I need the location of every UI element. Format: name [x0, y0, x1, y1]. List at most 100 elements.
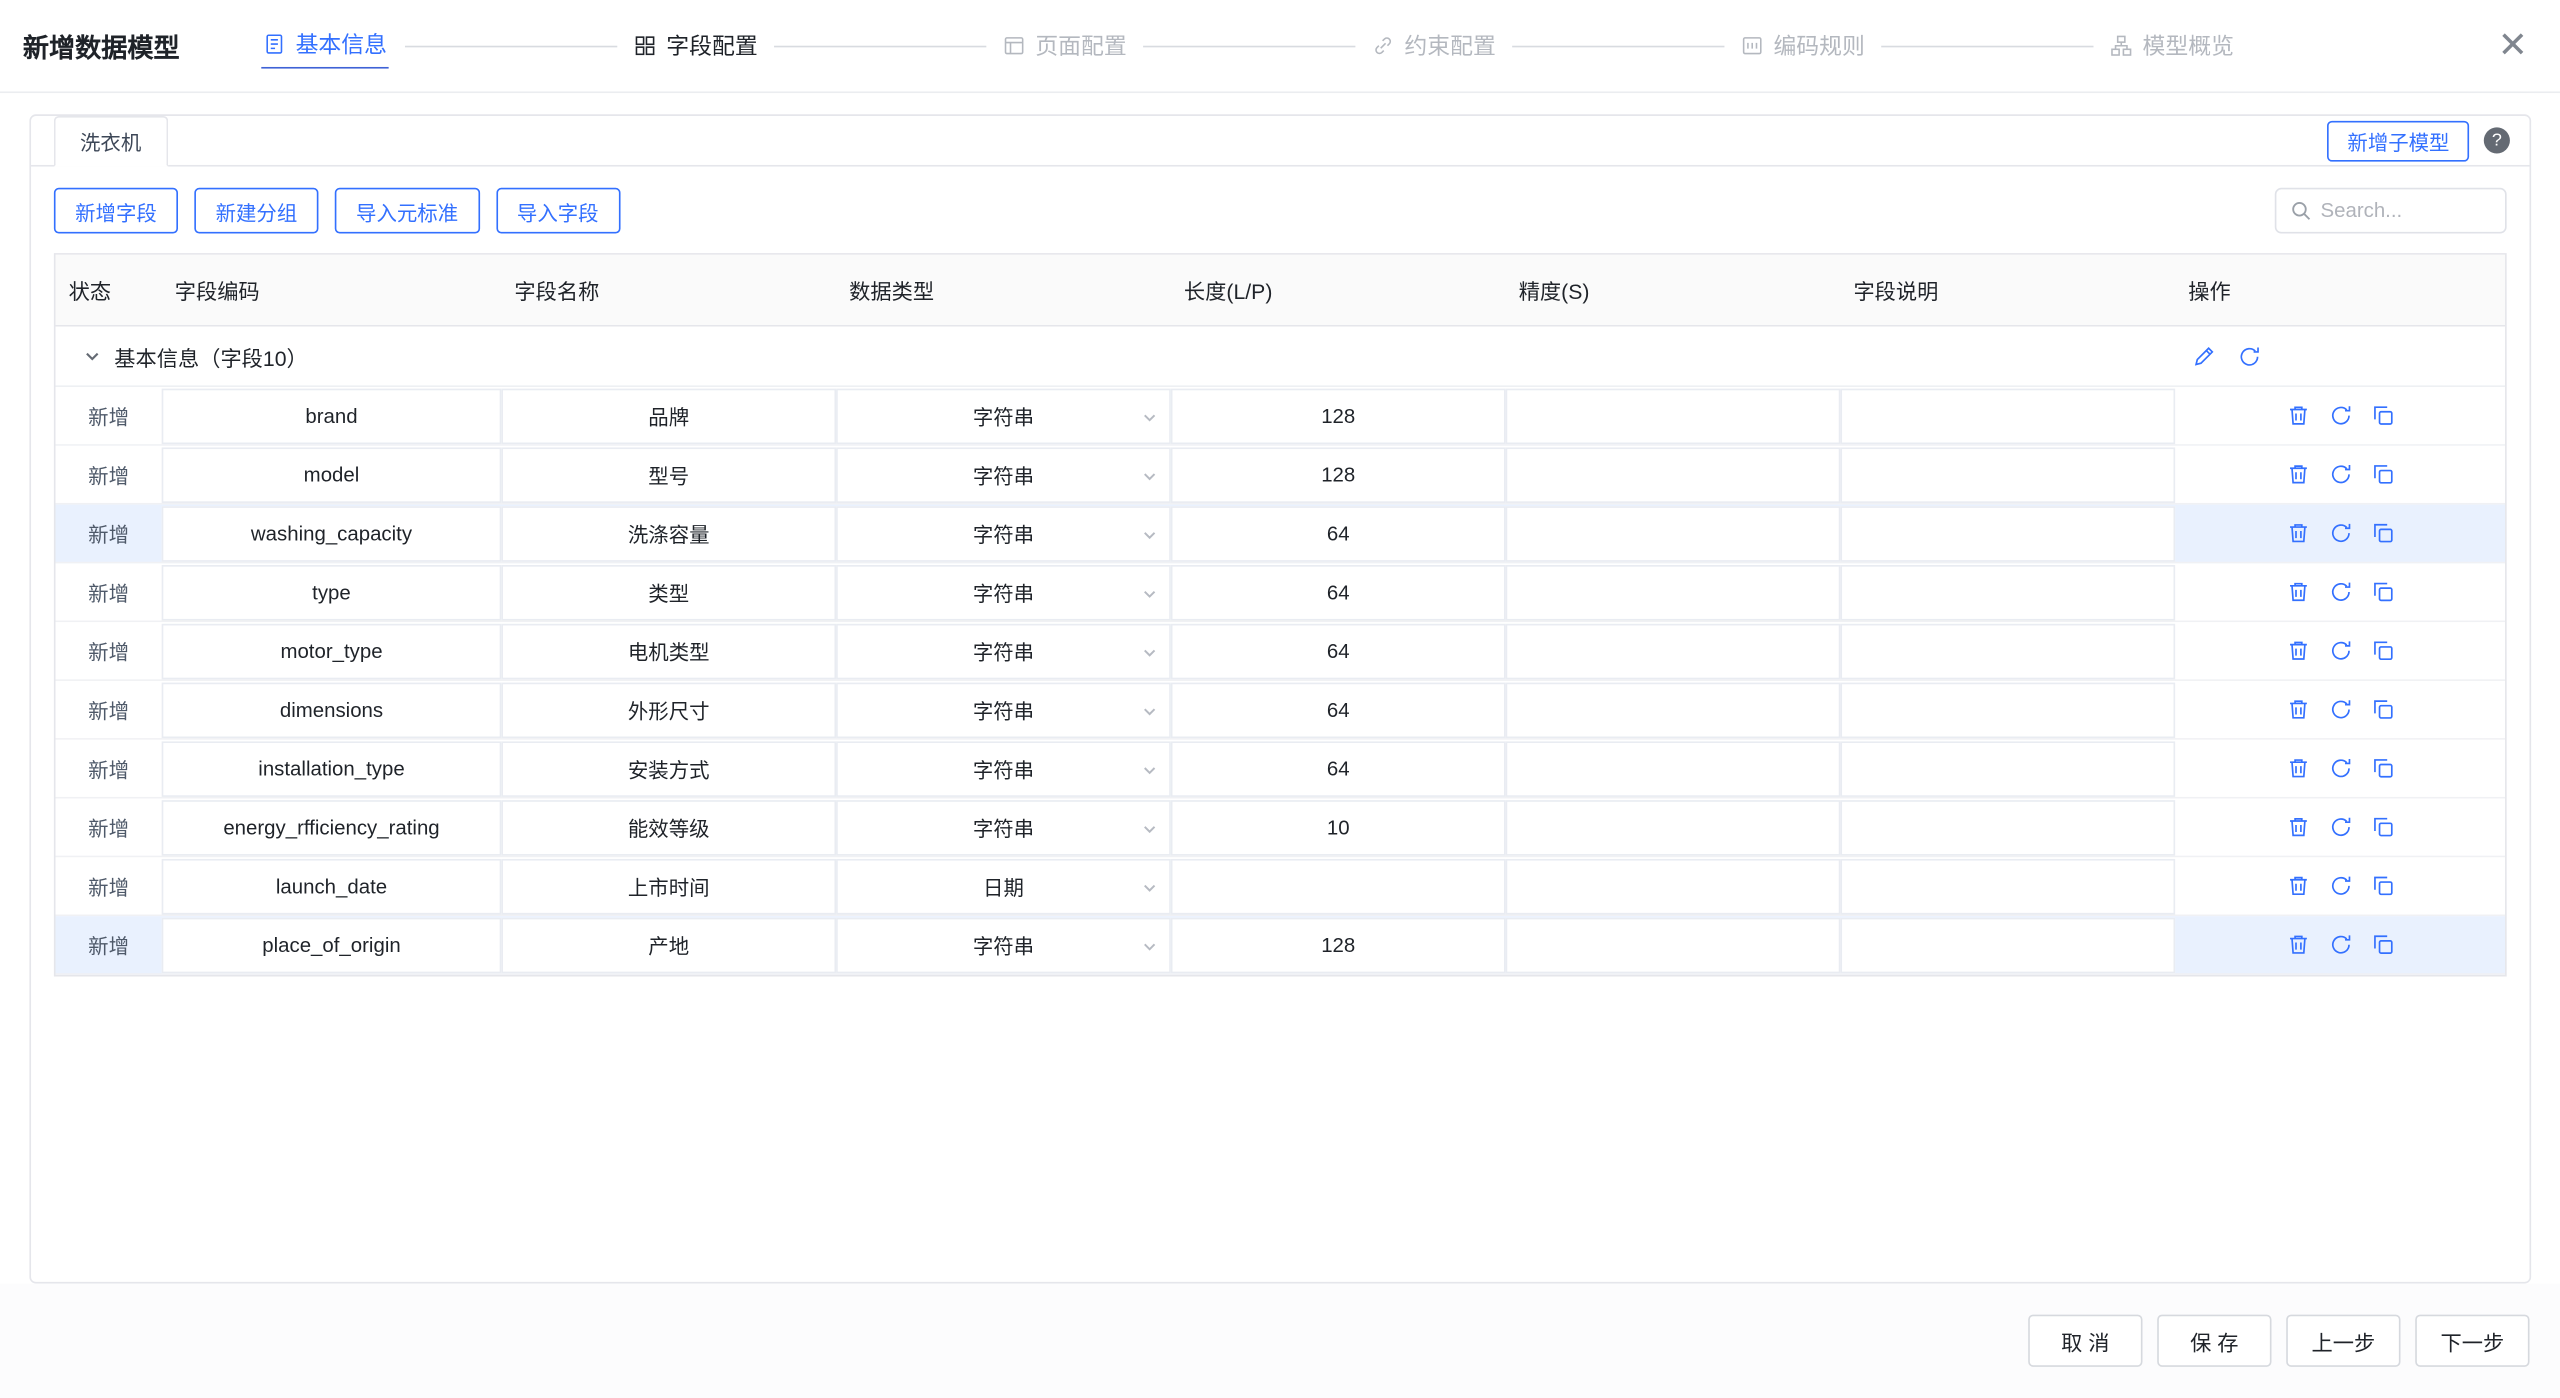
field-code-cell[interactable]: brand — [162, 388, 502, 444]
description-cell[interactable] — [1840, 917, 2175, 973]
data-type-select[interactable]: 日期 — [836, 858, 1171, 914]
data-type-select[interactable]: 字符串 — [836, 799, 1171, 855]
field-code-cell[interactable]: model — [162, 447, 502, 503]
delete-icon[interactable] — [2285, 874, 2309, 898]
add-field-button[interactable]: 新增字段 — [54, 188, 178, 234]
new-group-button[interactable]: 新建分组 — [194, 188, 318, 234]
copy-icon[interactable] — [2370, 521, 2394, 545]
description-cell[interactable] — [1840, 858, 2175, 914]
sync-icon[interactable] — [2328, 932, 2352, 956]
sync-icon[interactable] — [2328, 815, 2352, 839]
length-cell[interactable]: 64 — [1171, 564, 1506, 620]
help-icon[interactable]: ? — [2484, 127, 2510, 153]
step-page-config[interactable]: 页面配置 — [1003, 29, 1127, 62]
length-cell[interactable] — [1171, 858, 1506, 914]
data-type-select[interactable]: 字符串 — [836, 682, 1171, 738]
length-cell[interactable]: 128 — [1171, 388, 1506, 444]
sync-icon[interactable] — [2328, 580, 2352, 604]
length-cell[interactable]: 64 — [1171, 682, 1506, 738]
length-cell[interactable]: 64 — [1171, 741, 1506, 797]
tab-washing-machine[interactable]: 洗衣机 — [54, 116, 168, 167]
delete-icon[interactable] — [2285, 580, 2309, 604]
precision-cell[interactable] — [1506, 917, 1841, 973]
length-cell[interactable]: 10 — [1171, 799, 1506, 855]
field-code-cell[interactable]: washing_capacity — [162, 505, 502, 561]
field-name-cell[interactable]: 类型 — [501, 564, 836, 620]
field-name-cell[interactable]: 洗涤容量 — [501, 505, 836, 561]
copy-icon[interactable] — [2370, 932, 2394, 956]
field-name-cell[interactable]: 品牌 — [501, 388, 836, 444]
sync-icon[interactable] — [2237, 344, 2261, 368]
precision-cell[interactable] — [1506, 388, 1841, 444]
description-cell[interactable] — [1840, 388, 2175, 444]
copy-icon[interactable] — [2370, 580, 2394, 604]
delete-icon[interactable] — [2285, 462, 2309, 486]
description-cell[interactable] — [1840, 447, 2175, 503]
step-model-overview[interactable]: 模型概览 — [2110, 29, 2234, 62]
copy-icon[interactable] — [2370, 697, 2394, 721]
precision-cell[interactable] — [1506, 623, 1841, 679]
sync-icon[interactable] — [2328, 639, 2352, 663]
sync-icon[interactable] — [2328, 403, 2352, 427]
close-icon[interactable]: ✕ — [2491, 24, 2534, 66]
description-cell[interactable] — [1840, 799, 2175, 855]
length-cell[interactable]: 128 — [1171, 447, 1506, 503]
prev-step-button[interactable]: 上一步 — [2286, 1315, 2400, 1367]
import-field-button[interactable]: 导入字段 — [496, 188, 620, 234]
length-cell[interactable]: 128 — [1171, 917, 1506, 973]
add-submodel-button[interactable]: 新增子模型 — [2328, 120, 2469, 161]
description-cell[interactable] — [1840, 623, 2175, 679]
length-cell[interactable]: 64 — [1171, 505, 1506, 561]
sync-icon[interactable] — [2328, 697, 2352, 721]
sync-icon[interactable] — [2328, 462, 2352, 486]
field-code-cell[interactable]: place_of_origin — [162, 917, 502, 973]
field-code-cell[interactable]: installation_type — [162, 741, 502, 797]
step-coding-rules[interactable]: 编码规则 — [1741, 29, 1865, 62]
step-field-config[interactable]: 字段配置 — [634, 29, 758, 62]
data-type-select[interactable]: 字符串 — [836, 741, 1171, 797]
data-type-select[interactable]: 字符串 — [836, 917, 1171, 973]
next-step-button[interactable]: 下一步 — [2415, 1315, 2529, 1367]
step-constraint-config[interactable]: 约束配置 — [1372, 29, 1496, 62]
field-code-cell[interactable]: dimensions — [162, 682, 502, 738]
delete-icon[interactable] — [2285, 932, 2309, 956]
description-cell[interactable] — [1840, 564, 2175, 620]
data-type-select[interactable]: 字符串 — [836, 505, 1171, 561]
data-type-select[interactable]: 字符串 — [836, 623, 1171, 679]
precision-cell[interactable] — [1506, 505, 1841, 561]
edit-icon[interactable] — [2191, 344, 2215, 368]
field-name-cell[interactable]: 型号 — [501, 447, 836, 503]
import-meta-standard-button[interactable]: 导入元标准 — [335, 188, 480, 234]
copy-icon[interactable] — [2370, 403, 2394, 427]
field-name-cell[interactable]: 安装方式 — [501, 741, 836, 797]
copy-icon[interactable] — [2370, 462, 2394, 486]
description-cell[interactable] — [1840, 505, 2175, 561]
precision-cell[interactable] — [1506, 682, 1841, 738]
copy-icon[interactable] — [2370, 756, 2394, 780]
data-type-select[interactable]: 字符串 — [836, 564, 1171, 620]
sync-icon[interactable] — [2328, 756, 2352, 780]
copy-icon[interactable] — [2370, 874, 2394, 898]
sync-icon[interactable] — [2328, 874, 2352, 898]
data-type-select[interactable]: 字符串 — [836, 388, 1171, 444]
copy-icon[interactable] — [2370, 815, 2394, 839]
field-code-cell[interactable]: energy_rfficiency_rating — [162, 799, 502, 855]
chevron-down-icon[interactable] — [83, 347, 101, 365]
data-type-select[interactable]: 字符串 — [836, 447, 1171, 503]
delete-icon[interactable] — [2285, 697, 2309, 721]
precision-cell[interactable] — [1506, 858, 1841, 914]
field-name-cell[interactable]: 能效等级 — [501, 799, 836, 855]
field-name-cell[interactable]: 外形尺寸 — [501, 682, 836, 738]
delete-icon[interactable] — [2285, 639, 2309, 663]
description-cell[interactable] — [1840, 741, 2175, 797]
delete-icon[interactable] — [2285, 756, 2309, 780]
field-code-cell[interactable]: type — [162, 564, 502, 620]
field-code-cell[interactable]: launch_date — [162, 858, 502, 914]
delete-icon[interactable] — [2285, 403, 2309, 427]
field-name-cell[interactable]: 上市时间 — [501, 858, 836, 914]
step-basic-info[interactable]: 基本信息 — [261, 23, 388, 69]
precision-cell[interactable] — [1506, 741, 1841, 797]
field-name-cell[interactable]: 电机类型 — [501, 623, 836, 679]
field-code-cell[interactable]: motor_type — [162, 623, 502, 679]
length-cell[interactable]: 64 — [1171, 623, 1506, 679]
